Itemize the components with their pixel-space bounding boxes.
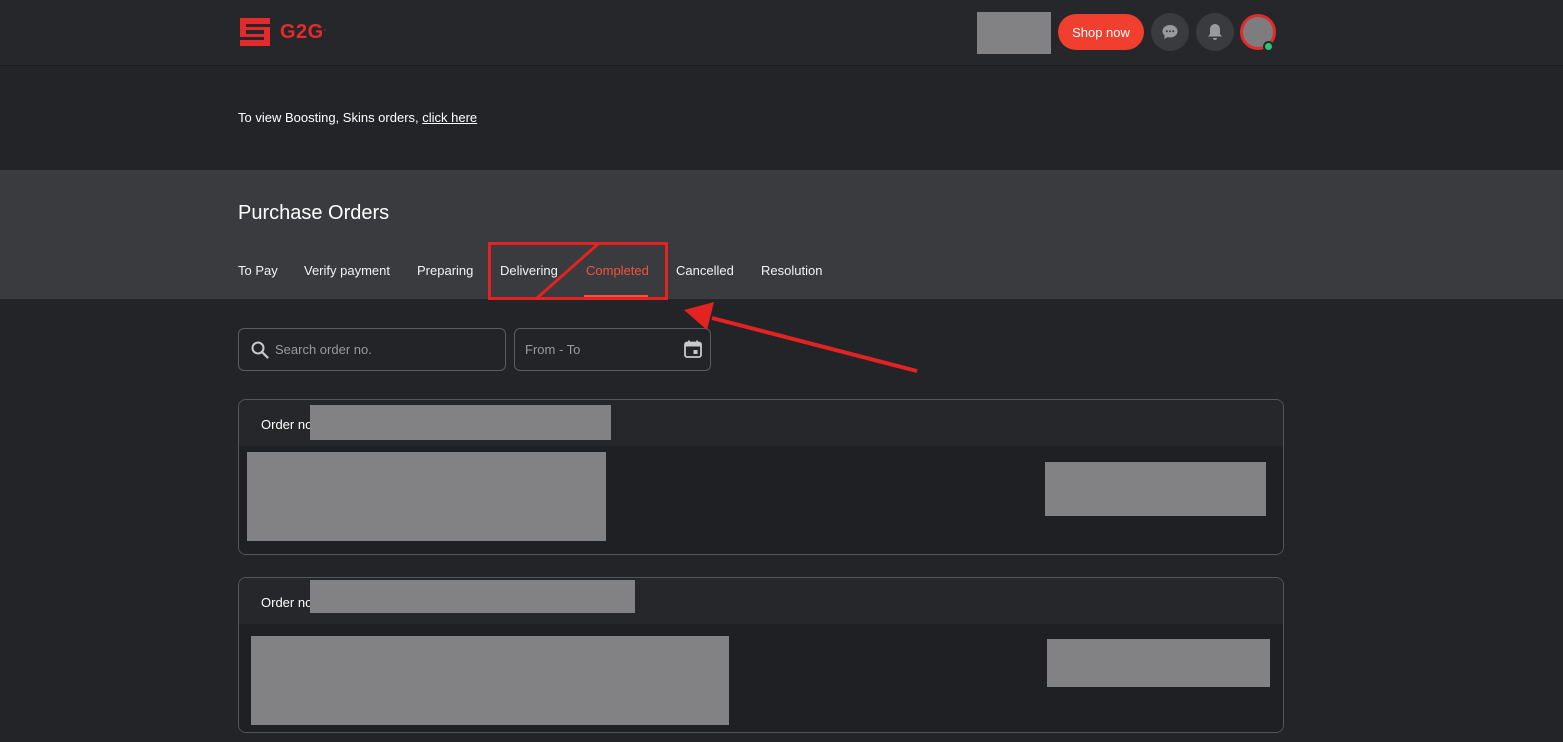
annotation-highlight-box [488, 242, 668, 300]
purchase-orders-header [0, 170, 1563, 299]
order-number-label: Order no. [261, 595, 316, 610]
boosting-skins-notice: To view Boosting, Skins orders, click he… [238, 110, 477, 125]
redacted-order-amount [1045, 462, 1266, 516]
redacted-product-info [247, 452, 606, 541]
calendar-icon[interactable] [683, 339, 703, 359]
tab-verify-payment[interactable]: Verify payment [304, 263, 390, 278]
redacted-product-info [251, 636, 729, 725]
annotation-arrow-shaft [711, 316, 918, 373]
tab-cancelled[interactable]: Cancelled [676, 263, 734, 278]
notifications-button[interactable] [1196, 13, 1234, 51]
redacted-order-number [310, 580, 635, 613]
search-order-input[interactable] [275, 329, 500, 370]
g2g-logo-mark-icon [240, 18, 270, 46]
click-here-link[interactable]: click here [422, 110, 477, 125]
order-number-label: Order no. [261, 417, 316, 432]
logo-text: G2G. [280, 20, 327, 43]
redacted-order-amount [1047, 639, 1270, 687]
tab-resolution[interactable]: Resolution [761, 263, 822, 278]
logo-trademark: . [323, 22, 327, 32]
g2g-logo[interactable]: G2G. [238, 16, 326, 48]
date-range-field [514, 328, 711, 371]
search-icon [251, 341, 269, 359]
top-navigation-bar: G2G. Shop now [0, 0, 1563, 66]
chat-bubble-icon [1162, 25, 1178, 39]
chat-button[interactable] [1151, 13, 1189, 51]
redacted-balance [977, 12, 1051, 54]
tab-preparing[interactable]: Preparing [417, 263, 473, 278]
annotation-arrow-head [684, 302, 714, 330]
date-range-input[interactable] [525, 329, 675, 370]
bell-icon [1208, 24, 1222, 40]
online-status-indicator [1263, 41, 1274, 52]
redacted-order-number [310, 405, 611, 440]
tab-to-pay[interactable]: To Pay [238, 263, 278, 278]
shop-now-button[interactable]: Shop now [1058, 14, 1144, 50]
page-title: Purchase Orders [238, 202, 390, 224]
search-order-field [238, 328, 506, 371]
notice-text: To view Boosting, Skins orders, [238, 110, 423, 125]
